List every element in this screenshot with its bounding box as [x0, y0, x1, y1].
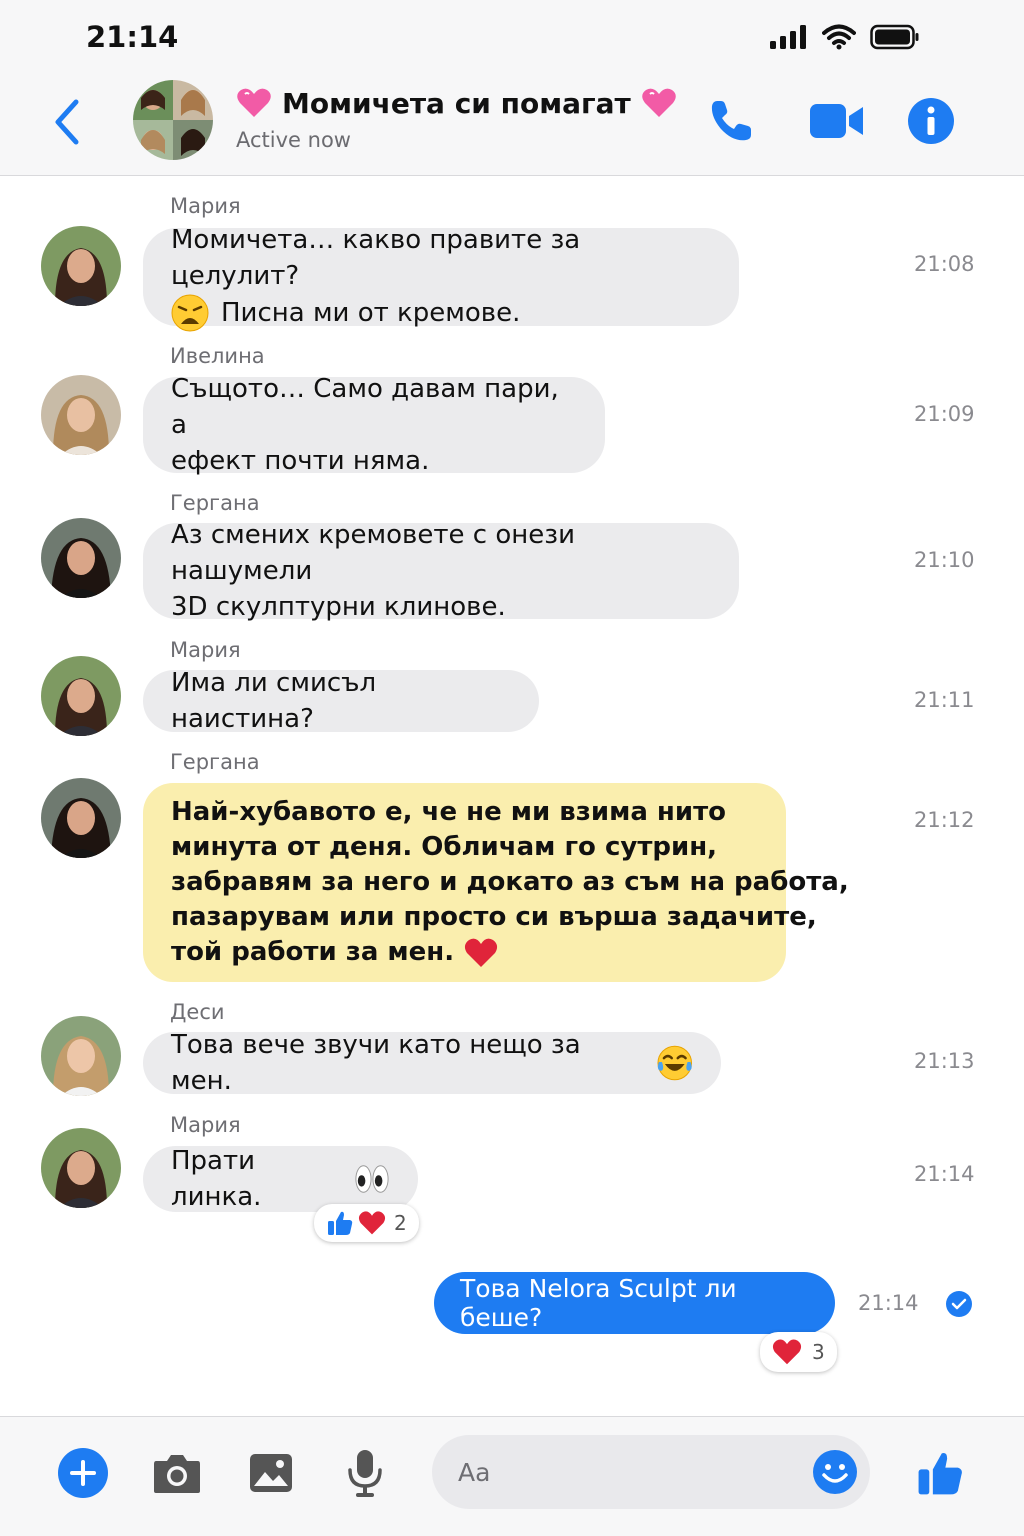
eyes-icon [355, 1165, 389, 1193]
voice-message-button[interactable] [338, 1446, 392, 1500]
smiley-icon [813, 1450, 857, 1494]
reaction-badge[interactable]: 3 [760, 1332, 837, 1372]
avatar[interactable] [41, 375, 121, 455]
chat-title-text: Момичета си помагат [282, 86, 631, 120]
add-button[interactable] [56, 1446, 110, 1500]
avatar[interactable] [41, 1128, 121, 1208]
microphone-icon [348, 1450, 382, 1497]
sender-name: Деси [170, 1000, 225, 1024]
sender-name: Мария [170, 194, 241, 218]
message-time: 21:09 [914, 402, 975, 426]
message-text: Момичета… какво правите за целулит? Писн… [171, 222, 711, 332]
message-time: 21:13 [914, 1049, 975, 1073]
message-bubble[interactable]: Същото… Само давам пари, а ефект почти н… [143, 374, 605, 476]
message-time: 21:11 [914, 688, 975, 712]
sender-name: Мария [170, 638, 241, 662]
message-bubble[interactable]: Момичета… какво правите за целулит? Писн… [143, 225, 739, 332]
info-button[interactable] [906, 96, 956, 146]
avatar[interactable] [41, 778, 121, 858]
message-bubble[interactable]: Има ли смисъл наистина? [143, 668, 539, 734]
info-icon [908, 98, 954, 144]
red-heart-icon [465, 938, 498, 967]
camera-button[interactable] [150, 1446, 204, 1500]
sparkling-heart-icon [642, 88, 676, 117]
message-time: 21:08 [914, 252, 975, 276]
message-bubble[interactable]: Прати линка. [143, 1146, 418, 1212]
sender-name: Гергана [170, 491, 260, 515]
outgoing-message-bubble[interactable]: Това Nelora Sculpt ли беше? [434, 1272, 835, 1334]
sender-name: Ивелина [170, 344, 265, 368]
chevron-left-icon [55, 99, 79, 145]
battery-icon [870, 24, 919, 50]
reaction-count: 3 [812, 1340, 825, 1364]
wifi-icon [822, 24, 856, 50]
group-avatar[interactable] [133, 80, 213, 160]
chat-subtitle: Active now [236, 128, 351, 152]
emoji-button[interactable] [812, 1449, 858, 1495]
message-input[interactable] [458, 1453, 788, 1491]
chat-title-block[interactable]: Момичета си помагат Active now [236, 86, 677, 152]
message-time: 21:14 [858, 1291, 919, 1315]
message-time: 21:10 [914, 548, 975, 572]
avatar[interactable] [41, 226, 121, 306]
message-text: Има ли смисъл наистина? [171, 668, 377, 734]
reaction-badge[interactable]: 2 [314, 1204, 419, 1242]
avatar[interactable] [41, 656, 121, 736]
message-composer[interactable] [432, 1435, 870, 1509]
tears-of-joy-icon [656, 1045, 692, 1081]
message-text: Най-хубавото е, че не ми взима нито мину… [171, 797, 849, 967]
red-heart-icon [772, 1339, 802, 1365]
avatar[interactable] [41, 1016, 121, 1096]
image-icon [250, 1454, 292, 1492]
message-bubble[interactable]: Аз смених кремовете с онези нашумели 3D … [143, 520, 739, 622]
video-camera-icon [810, 104, 863, 138]
chat-title: Момичета си помагат [236, 86, 677, 120]
camera-icon [154, 1455, 200, 1493]
avatar[interactable] [41, 518, 121, 598]
message-time: 21:12 [914, 808, 975, 832]
message-bubble[interactable]: Това вече звучи като нещо за мен. [143, 1030, 721, 1096]
weary-face-icon [171, 294, 209, 332]
sparkling-heart-icon [237, 88, 271, 117]
message-text: Аз смених кремовете с онези нашумели 3D … [171, 520, 575, 622]
message-text: Това вече звучи като нещо за мен. [171, 1027, 693, 1099]
sender-name: Мария [170, 1113, 241, 1137]
message-text: Същото… Само давам пари, а ефект почти н… [171, 374, 559, 476]
video-call-button[interactable] [808, 96, 866, 146]
plus-icon [58, 1448, 108, 1498]
thumbs-up-icon [918, 1453, 962, 1495]
message-time: 21:14 [914, 1162, 975, 1186]
gallery-button[interactable] [244, 1446, 298, 1500]
seen-check-icon [946, 1291, 972, 1317]
call-button[interactable] [706, 96, 756, 146]
like-button[interactable] [912, 1446, 968, 1500]
message-text: Това Nelora Sculpt ли беше? [460, 1274, 737, 1332]
reaction-count: 2 [394, 1211, 407, 1235]
sender-name: Гергана [170, 750, 260, 774]
thumbs-up-icon [328, 1211, 353, 1235]
phone-icon [711, 101, 751, 141]
signal-icon [770, 25, 806, 49]
red-heart-icon [358, 1211, 386, 1235]
back-button[interactable] [48, 98, 88, 146]
top-bar: 21:14 Момичета си помагат Active now [0, 0, 1024, 176]
highlighted-message-bubble[interactable]: Най-хубавото е, че не ми взима нито мину… [143, 783, 849, 982]
status-icons [770, 24, 920, 50]
status-time: 21:14 [86, 20, 179, 54]
